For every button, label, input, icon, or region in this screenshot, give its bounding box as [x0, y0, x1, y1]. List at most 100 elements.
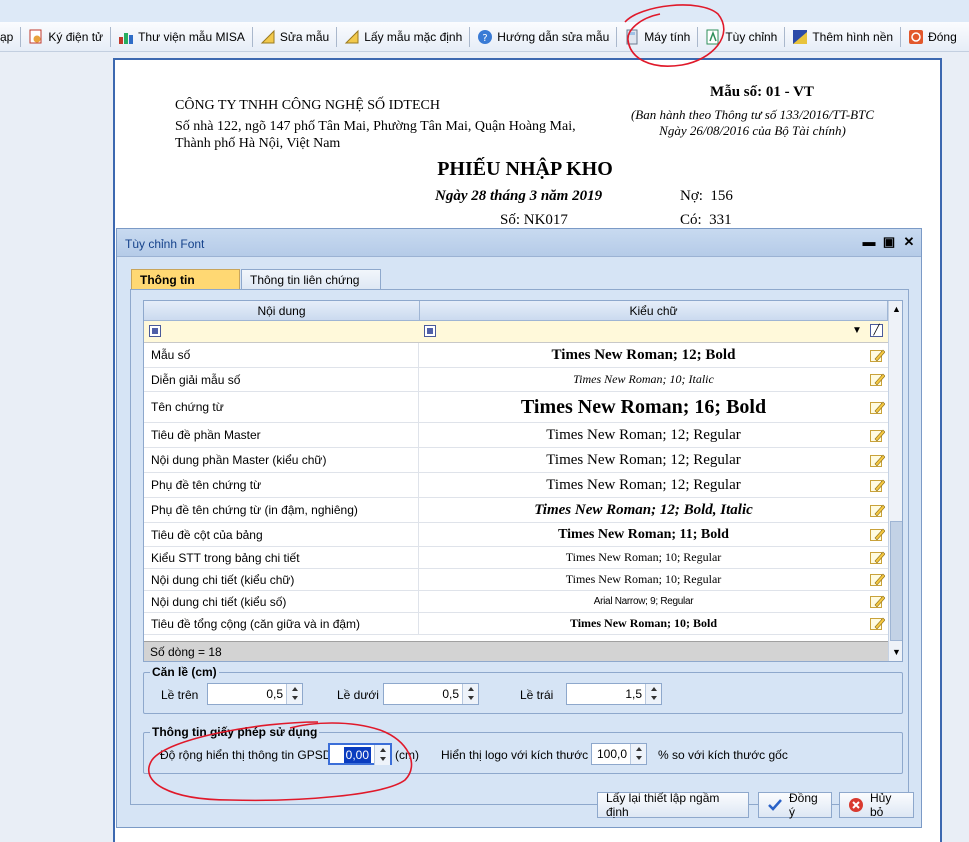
row-content: Phụ đề tên chứng từ (in đậm, nghiêng): [144, 498, 419, 522]
toolbar-separator: [697, 26, 699, 47]
maximize-icon[interactable]: ▣: [881, 234, 897, 250]
document-number: Số: NK017: [500, 212, 568, 228]
tab-general[interactable]: Thông tin chung: [131, 269, 240, 301]
row-edit[interactable]: [867, 613, 888, 634]
edit-icon[interactable]: [870, 504, 886, 517]
gpsd-width-value: 0,00: [343, 747, 371, 763]
document-date: Ngày 28 tháng 3 năm 2019: [435, 188, 603, 204]
edit-icon[interactable]: [870, 373, 886, 386]
table-row[interactable]: Phụ đề tên chứng từ (in đậm, nghiêng) Ti…: [144, 498, 888, 523]
reset-defaults-button[interactable]: Lấy lại thiết lập ngầm định: [597, 791, 749, 819]
scroll-up-icon[interactable]: ▲: [892, 304, 901, 314]
license-legend: Thông tin giấy phép sử dụng: [150, 725, 320, 739]
row-font: Times New Roman; 11; Bold: [558, 526, 729, 542]
toolbar-item-customize[interactable]: Tùy chỉnh: [699, 25, 783, 49]
minimize-icon[interactable]: ▬: [861, 234, 877, 250]
margin-left-input[interactable]: 1,5: [566, 683, 662, 705]
row-font: Times New Roman; 10; Bold: [569, 616, 718, 630]
tab-panel-general: Nội dung Kiểu chữ ▼ ╱ Mẫu số Times New R…: [130, 289, 914, 819]
checkmark-icon: [767, 797, 783, 813]
row-content: Tiêu đề cột của bảng: [144, 523, 419, 546]
row-edit[interactable]: [867, 368, 888, 391]
debit-account: Nợ: 156: [680, 188, 733, 204]
column-header-content[interactable]: Nội dung: [144, 301, 420, 321]
row-edit[interactable]: [867, 523, 888, 546]
document-title: PHIẾU NHẬP KHO: [437, 158, 613, 180]
margin-bottom-stepper[interactable]: [462, 684, 478, 704]
edit-icon[interactable]: [870, 617, 886, 630]
filter-dropdown-icon[interactable]: ▼: [852, 325, 862, 336]
table-row[interactable]: Diễn giải mẫu số Times New Roman; 10; It…: [144, 368, 888, 392]
row-edit[interactable]: [867, 392, 888, 422]
filter-clear-icon[interactable]: ╱: [870, 324, 883, 337]
row-content: Diễn giải mẫu số: [144, 368, 419, 391]
gpsd-width-stepper[interactable]: [374, 745, 390, 765]
logo-size-value: 100,0: [596, 747, 627, 761]
toolbar-item-print[interactable]: ạp: [0, 25, 19, 49]
margin-top-stepper[interactable]: [286, 684, 302, 704]
scrollbar-thumb[interactable]: [890, 521, 902, 641]
toolbar-item-library[interactable]: Thư viện mẫu MISA: [112, 25, 251, 49]
gpsd-width-input[interactable]: 0,00: [328, 743, 392, 765]
toolbar-item-background[interactable]: Thêm hình nền: [786, 25, 899, 49]
toolbar-item-calculator[interactable]: Máy tính: [618, 25, 696, 49]
column-header-font[interactable]: Kiểu chữ: [420, 301, 888, 321]
grid-scrollbar[interactable]: ▲ ▼: [888, 301, 902, 661]
logo-size-stepper[interactable]: [630, 744, 646, 764]
company-address-2: Thành phố Hà Nội, Việt Nam: [175, 136, 341, 151]
row-edit[interactable]: [867, 498, 888, 522]
edit-icon[interactable]: [870, 429, 886, 442]
row-edit[interactable]: [867, 423, 888, 447]
table-row[interactable]: Nội dung chi tiết (kiểu số) Arial Narrow…: [144, 591, 888, 613]
toolbar-close-label: Đóng: [928, 29, 957, 44]
table-row[interactable]: Nội dung phần Master (kiểu chữ) Times Ne…: [144, 448, 888, 473]
edit-icon[interactable]: [870, 573, 886, 586]
filter-font-icon[interactable]: [424, 325, 436, 337]
edit-icon[interactable]: [870, 349, 886, 362]
logo-size-input[interactable]: 100,0: [591, 743, 647, 765]
table-row[interactable]: Mẫu số Times New Roman; 12; Bold: [144, 343, 888, 368]
row-edit[interactable]: [867, 473, 888, 497]
row-edit[interactable]: [867, 448, 888, 472]
table-row[interactable]: Tiêu đề tổng cộng (căn giữa và in đậm) T…: [144, 613, 888, 635]
customize-icon: [705, 29, 721, 45]
table-row[interactable]: Nội dung chi tiết (kiểu chữ) Times New R…: [144, 569, 888, 591]
edit-icon[interactable]: [870, 528, 886, 541]
row-edit[interactable]: [867, 343, 888, 367]
row-edit[interactable]: [867, 547, 888, 568]
edit-icon[interactable]: [870, 551, 886, 564]
row-content: Kiểu STT trong bảng chi tiết: [144, 547, 419, 568]
toolbar-edit-template-label: Sửa mẫu: [279, 29, 330, 44]
scroll-down-icon[interactable]: ▼: [892, 647, 901, 657]
toolbar-item-sign[interactable]: Ký điện tử: [22, 25, 109, 49]
edit-icon[interactable]: [870, 595, 886, 608]
table-row[interactable]: Phụ đề tên chứng từ Times New Roman; 12;…: [144, 473, 888, 498]
edit-icon[interactable]: [870, 479, 886, 492]
toolbar-item-default-template[interactable]: Lấy mẫu mặc định: [338, 25, 468, 49]
toolbar-item-help[interactable]: ? Hướng dẫn sửa mẫu: [471, 25, 615, 49]
edit-icon[interactable]: [870, 454, 886, 467]
row-edit[interactable]: [867, 569, 888, 590]
filter-content-icon[interactable]: [149, 325, 161, 337]
row-edit[interactable]: [867, 591, 888, 612]
ok-button[interactable]: Đồng ý: [758, 791, 832, 819]
close-dialog-icon[interactable]: ✕: [901, 234, 917, 250]
edit-icon[interactable]: [870, 401, 886, 414]
tab-related-documents[interactable]: Thông tin liên chứng từ: [241, 269, 381, 301]
margin-left-stepper[interactable]: [645, 684, 661, 704]
row-content: Mẫu số: [144, 343, 419, 367]
table-row[interactable]: Tên chứng từ Times New Roman; 16; Bold: [144, 392, 888, 423]
margin-bottom-input[interactable]: 0,5: [383, 683, 479, 705]
table-row[interactable]: Tiêu đề cột của bảng Times New Roman; 11…: [144, 523, 888, 547]
table-row[interactable]: Kiểu STT trong bảng chi tiết Times New R…: [144, 547, 888, 569]
toolbar-calculator-label: Máy tính: [644, 29, 691, 44]
toolbar-item-edit-template[interactable]: Sửa mẫu: [254, 25, 335, 49]
toolbar-item-close[interactable]: Đóng: [902, 25, 963, 49]
margin-left-label: Lề trái: [520, 688, 554, 702]
row-content: Nội dung chi tiết (kiểu số): [144, 591, 419, 612]
table-row[interactable]: Tiêu đề phần Master Times New Roman; 12;…: [144, 423, 888, 448]
signature-icon: [28, 29, 44, 45]
cancel-button[interactable]: Hủy bỏ: [839, 791, 914, 819]
margin-top-input[interactable]: 0,5: [207, 683, 303, 705]
toolbar-print-label: ạp: [0, 29, 14, 44]
